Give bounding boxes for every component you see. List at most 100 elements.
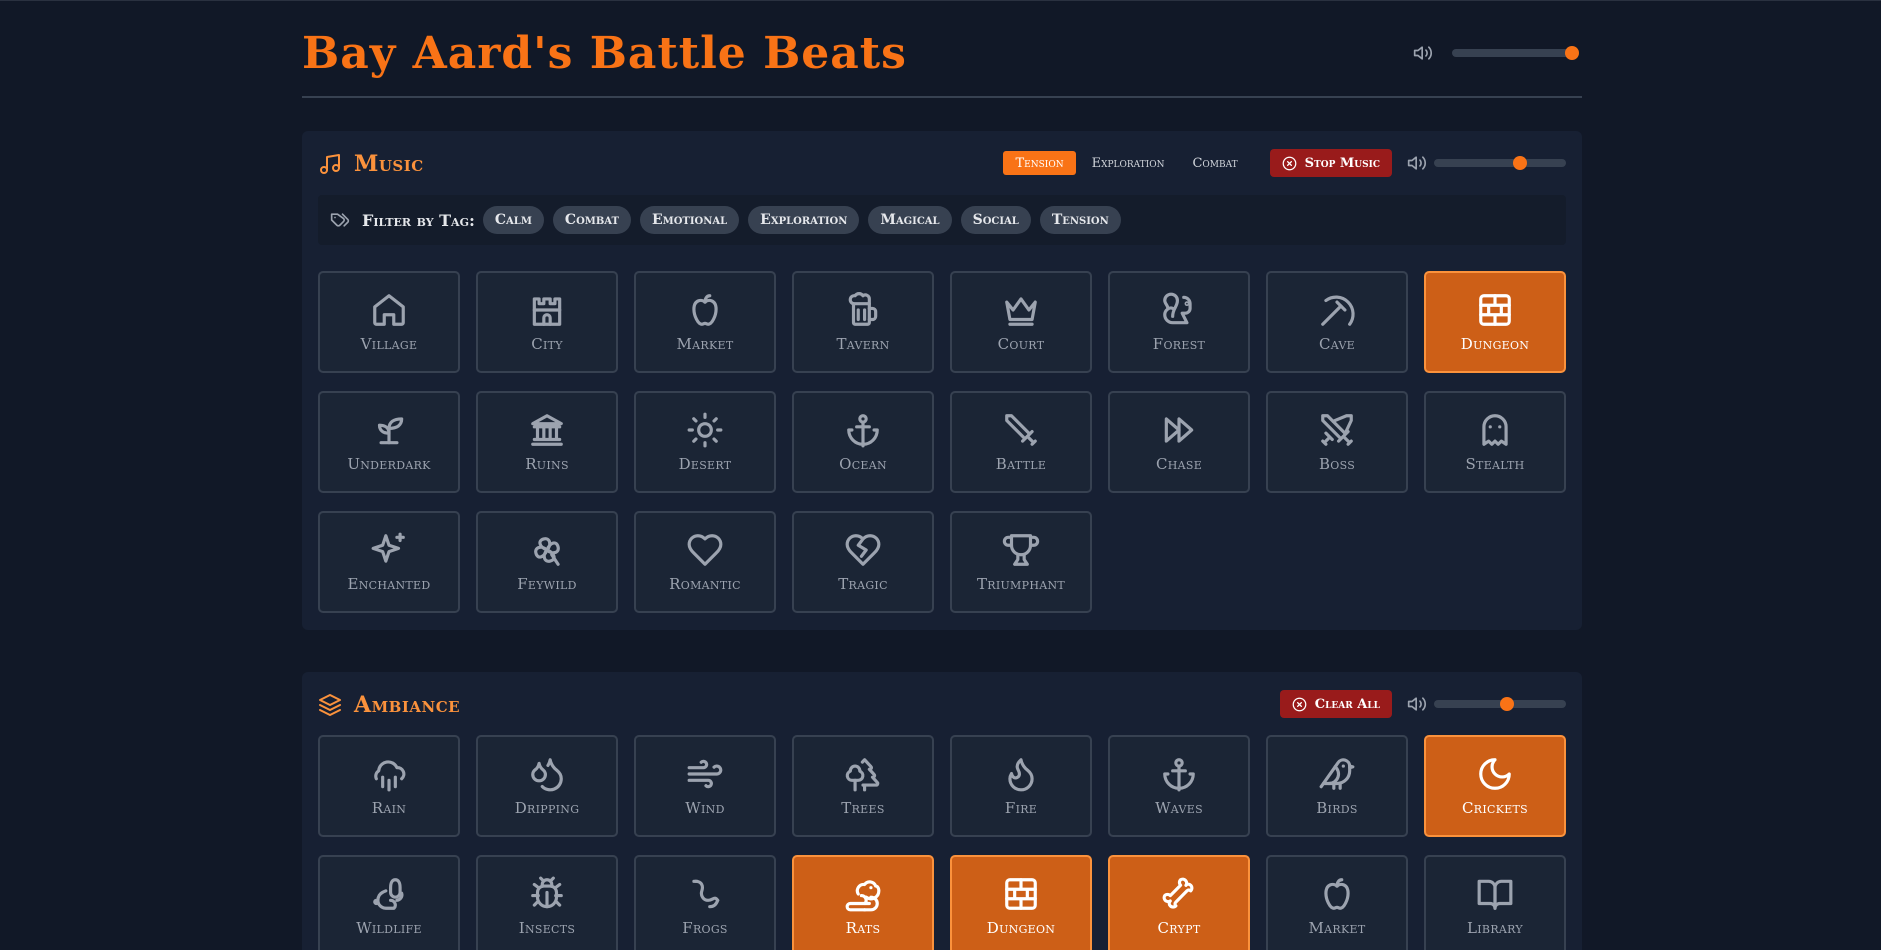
tile-label: City (531, 335, 563, 353)
tag-emotional[interactable]: Emotional (639, 206, 740, 234)
ambiance-tile-wildlife[interactable]: Wildlife (318, 855, 460, 950)
music-tile-triumphant[interactable]: Triumphant (950, 511, 1092, 613)
apple-icon (692, 294, 718, 326)
filter-label: Filter by Tag: (362, 210, 475, 230)
ambiance-tile-trees[interactable]: Trees (792, 735, 934, 837)
master-volume-slider[interactable] (1452, 46, 1579, 60)
music-tile-ocean[interactable]: Ocean (792, 391, 934, 493)
ambiance-grid: Rain Dripping Wind Trees Fire Waves Birds Crick… (318, 735, 1566, 950)
tag-combat[interactable]: Combat (552, 206, 631, 234)
tile-label: Ruins (525, 455, 569, 473)
music-tile-battle[interactable]: Battle (950, 391, 1092, 493)
anchor-icon (1163, 758, 1195, 792)
tile-label: Insects (518, 919, 576, 937)
tile-label: Triumphant (976, 575, 1066, 593)
music-tile-village[interactable]: Village (318, 271, 460, 373)
music-tile-city[interactable]: City (476, 271, 618, 373)
droplets-icon (531, 758, 563, 792)
tags-icon (330, 213, 350, 227)
trophy-icon (1002, 534, 1040, 566)
crossed-swords-icon (1321, 414, 1353, 446)
flame-icon (1008, 758, 1034, 792)
music-title: Music (354, 151, 424, 177)
music-tile-dungeon[interactable]: Dungeon (1424, 271, 1566, 373)
ambiance-tile-crickets[interactable]: Crickets (1424, 735, 1566, 837)
trees-icon (845, 758, 880, 792)
volume-fill (1434, 159, 1520, 167)
ambiance-tile-rats[interactable]: Rats (792, 855, 934, 950)
pickaxe-icon (1321, 295, 1355, 326)
music-volume-slider[interactable] (1434, 156, 1566, 170)
music-tile-desert[interactable]: Desert (634, 391, 776, 493)
music-tile-court[interactable]: Court (950, 271, 1092, 373)
tag-social[interactable]: Social (960, 206, 1031, 234)
squirrel-icon (1163, 292, 1192, 325)
ambiance-tile-insects[interactable]: Insects (476, 855, 618, 950)
ambiance-tile-wind[interactable]: Wind (634, 735, 776, 837)
ambiance-volume[interactable] (1406, 694, 1566, 714)
mode-button-exploration[interactable]: Exploration (1080, 151, 1177, 175)
tile-label: Dripping (514, 799, 580, 817)
tag-tension[interactable]: Tension (1039, 206, 1121, 234)
tile-label: Market (676, 335, 734, 353)
music-tile-boss[interactable]: Boss (1266, 391, 1408, 493)
wind-icon (687, 759, 723, 789)
mode-button-combat[interactable]: Combat (1180, 151, 1249, 175)
music-tile-stealth[interactable]: Stealth (1424, 391, 1566, 493)
heart-icon (687, 534, 723, 566)
tile-label: Desert (678, 455, 732, 473)
moon-icon (1479, 758, 1511, 790)
ambiance-tile-market[interactable]: Market (1266, 855, 1408, 950)
app-title: Bay Aard's Battle Beats (302, 28, 907, 79)
ambiance-tile-dripping[interactable]: Dripping (476, 735, 618, 837)
mode-buttons: Tension Exploration Combat (1003, 151, 1253, 175)
ambiance-tile-birds[interactable]: Birds (1266, 735, 1408, 837)
music-tile-cave[interactable]: Cave (1266, 271, 1408, 373)
ambiance-tile-dungeon[interactable]: Dungeon (950, 855, 1092, 950)
music-tile-feywild[interactable]: Feywild (476, 511, 618, 613)
music-volume[interactable] (1406, 153, 1566, 173)
clear-all-label: Clear All (1314, 696, 1380, 712)
fast-forward-icon (1164, 417, 1194, 443)
music-tile-forest[interactable]: Forest (1108, 271, 1250, 373)
tile-label: Cave (1318, 335, 1356, 353)
bone-icon (1162, 877, 1194, 909)
ambiance-tile-fire[interactable]: Fire (950, 735, 1092, 837)
ambiance-tile-waves[interactable]: Waves (1108, 735, 1250, 837)
music-volume-knob[interactable] (1512, 156, 1527, 170)
tile-label: Market (1308, 919, 1366, 937)
tile-label: Forest (1152, 335, 1206, 353)
home-icon (373, 294, 405, 326)
anchor-icon (847, 414, 879, 448)
ambiance-volume-knob[interactable] (1499, 697, 1514, 711)
ambiance-tile-rain[interactable]: Rain (318, 735, 460, 837)
ambiance-tile-frogs[interactable]: Frogs (634, 855, 776, 950)
tile-label: Feywild (517, 575, 577, 593)
music-tile-market[interactable]: Market (634, 271, 776, 373)
clear-all-button[interactable]: Clear All (1279, 690, 1392, 718)
tag-exploration[interactable]: Exploration (748, 206, 860, 234)
stop-music-button[interactable]: Stop Music (1269, 149, 1392, 177)
mode-button-tension[interactable]: Tension (1003, 151, 1076, 175)
sun-icon (687, 412, 723, 448)
tile-label: Enchanted (347, 575, 431, 593)
tag-magical[interactable]: Magical (868, 206, 952, 234)
music-tile-tavern[interactable]: Tavern (792, 271, 934, 373)
music-tile-ruins[interactable]: Ruins (476, 391, 618, 493)
music-tile-romantic[interactable]: Romantic (634, 511, 776, 613)
music-tile-chase[interactable]: Chase (1108, 391, 1250, 493)
volume-fill (1452, 49, 1572, 57)
ambiance-tile-library[interactable]: Library (1424, 855, 1566, 950)
ambiance-volume-slider[interactable] (1434, 697, 1566, 711)
master-volume[interactable] (1412, 46, 1582, 60)
music-tile-enchanted[interactable]: Enchanted (318, 511, 460, 613)
beer-mug-icon (848, 292, 878, 326)
master-volume-knob[interactable] (1564, 46, 1579, 60)
tag-calm[interactable]: Calm (482, 206, 544, 234)
apple-icon (1324, 878, 1350, 910)
tile-label: Waves (1155, 799, 1203, 817)
ambiance-tile-crypt[interactable]: Crypt (1108, 855, 1250, 950)
music-tile-underdark[interactable]: Underdark (318, 391, 460, 493)
tile-label: Ocean (839, 455, 887, 473)
music-tile-tragic[interactable]: Tragic (792, 511, 934, 613)
